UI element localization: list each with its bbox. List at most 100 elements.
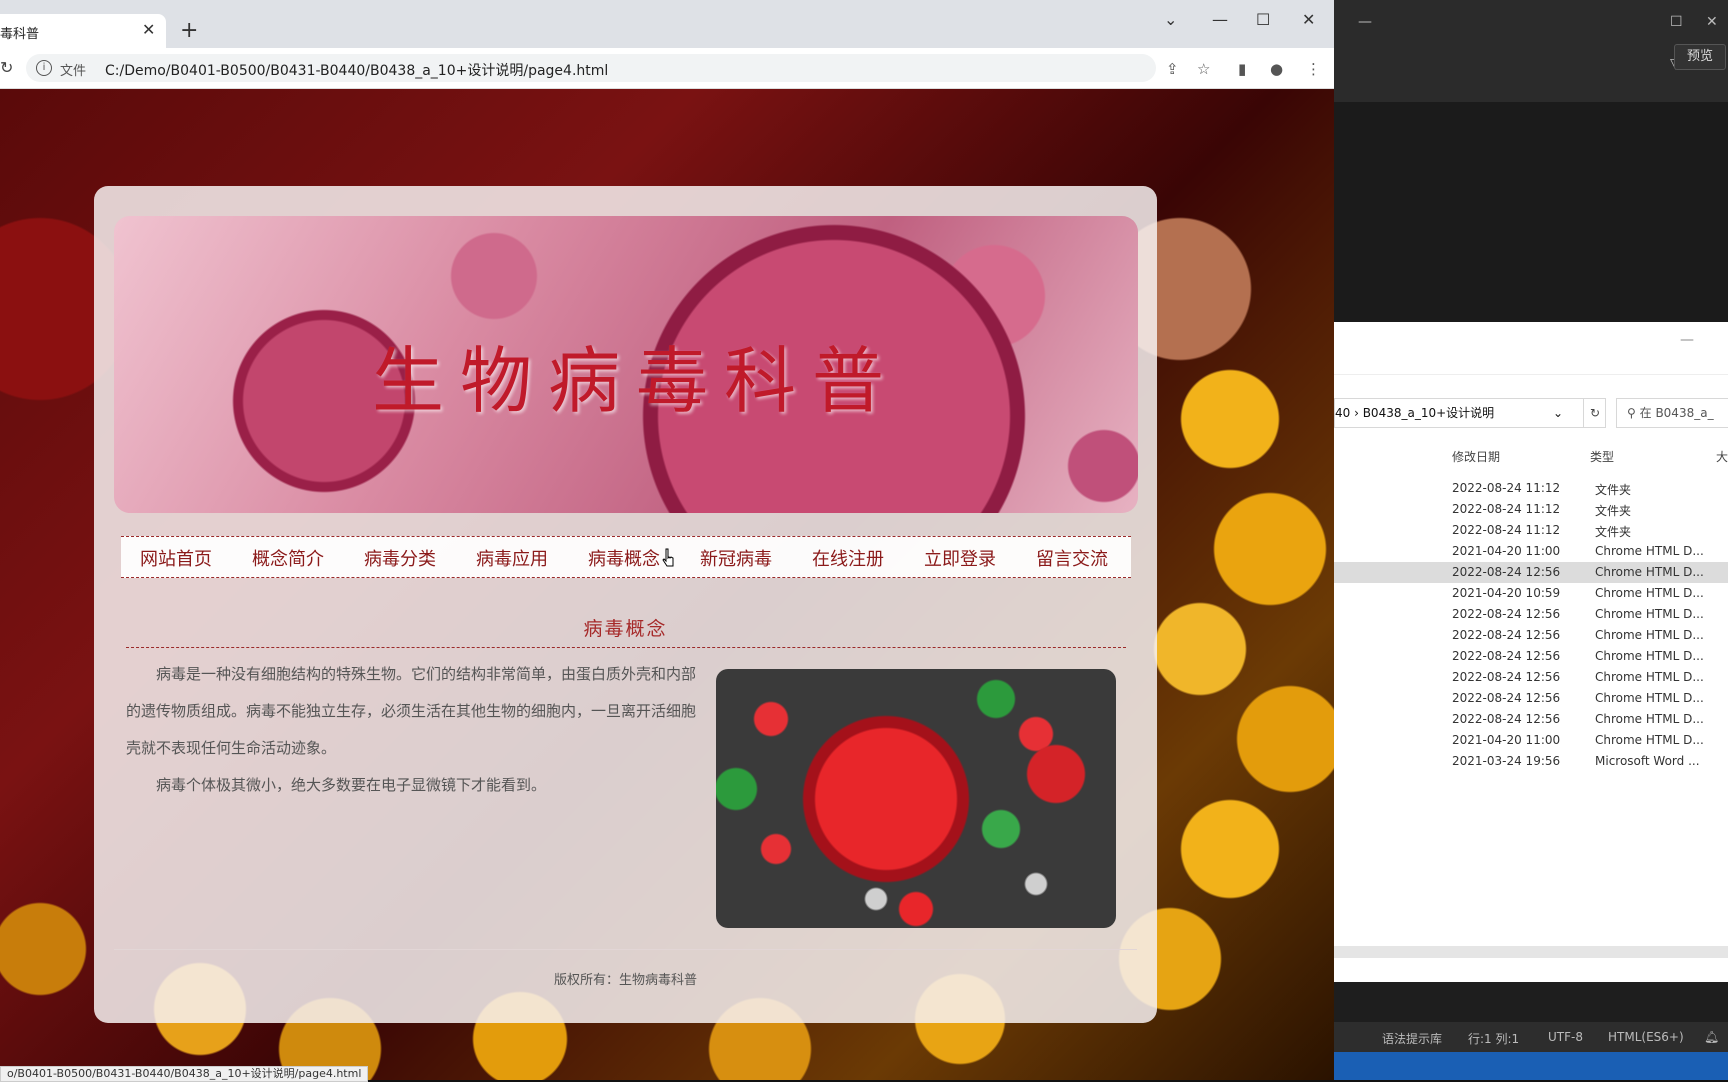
file-type: Chrome HTML D... bbox=[1595, 628, 1704, 642]
banner-title: 生物病毒科普 bbox=[372, 339, 901, 423]
nav-register[interactable]: 在线注册 bbox=[812, 545, 884, 571]
status-encoding[interactable]: UTF-8 bbox=[1548, 1030, 1583, 1044]
tab-search-icon[interactable]: ⌄ bbox=[1164, 10, 1177, 29]
file-row[interactable]: 2022-08-24 12:56 Chrome HTML D... bbox=[1334, 646, 1728, 667]
file-date: 2022-08-24 12:56 bbox=[1452, 712, 1561, 726]
maximize-icon[interactable]: ☐ bbox=[1256, 10, 1270, 29]
file-row[interactable]: 2022-08-24 12:56 Chrome HTML D... bbox=[1334, 688, 1728, 709]
file-row[interactable]: 2021-04-20 11:00 Chrome HTML D... bbox=[1334, 730, 1728, 751]
close-window-icon[interactable]: ✕ bbox=[1302, 10, 1315, 29]
file-date: 2022-08-24 11:12 bbox=[1452, 523, 1561, 537]
status-hint[interactable]: 语法提示库 bbox=[1382, 1030, 1442, 1047]
file-row[interactable]: 2021-04-20 10:59 Chrome HTML D... bbox=[1334, 583, 1728, 604]
address-bar: ↻ i 文件 C:/Demo/B0401-B0500/B0431-B0440/B… bbox=[0, 48, 1334, 89]
file-type: Chrome HTML D... bbox=[1595, 544, 1704, 558]
file-type: Chrome HTML D... bbox=[1595, 586, 1704, 600]
explorer-search-placeholder: 在 B0438_a_ bbox=[1639, 406, 1714, 420]
editor-statusbar: 语法提示库 行:1 列:1 UTF-8 HTML(ES6+) 🔔︎ bbox=[1334, 1022, 1728, 1052]
file-row[interactable]: 2022-08-24 11:12 文件夹 bbox=[1334, 478, 1728, 499]
file-type: Chrome HTML D... bbox=[1595, 649, 1704, 663]
file-type: Chrome HTML D... bbox=[1595, 733, 1704, 747]
status-position: 行:1 列:1 bbox=[1468, 1032, 1520, 1046]
nav-covid[interactable]: 新冠病毒 bbox=[700, 545, 772, 571]
bell-icon[interactable]: 🔔︎ bbox=[1704, 1030, 1719, 1044]
file-type: 文件夹 bbox=[1595, 525, 1632, 539]
new-tab-button[interactable]: + bbox=[180, 20, 198, 42]
file-date: 2022-08-24 12:56 bbox=[1452, 691, 1561, 705]
explorer-titlebar: — bbox=[1334, 322, 1728, 375]
file-row[interactable]: 2021-03-24 19:56 Microsoft Word ... bbox=[1334, 751, 1728, 772]
file-type: Chrome HTML D... bbox=[1595, 670, 1704, 684]
star-icon[interactable]: ☆ bbox=[1197, 60, 1210, 78]
file-date: 2022-08-24 11:12 bbox=[1452, 481, 1561, 495]
section-title: 病毒概念 bbox=[583, 618, 668, 640]
side-panel-icon[interactable]: ▮ bbox=[1238, 60, 1246, 78]
refresh-icon[interactable]: ↻ bbox=[1583, 399, 1606, 427]
explorer-breadcrumb: 40 › B0438_a_10+设计说明 bbox=[1335, 406, 1495, 420]
reload-icon[interactable]: ↻ bbox=[0, 58, 13, 77]
preview-button[interactable]: 预览 bbox=[1674, 44, 1726, 70]
explorer-scrollbar[interactable] bbox=[1334, 946, 1728, 958]
menu-icon[interactable]: ⋮ bbox=[1306, 60, 1321, 78]
file-row[interactable]: 2022-08-24 12:56 Chrome HTML D... bbox=[1334, 625, 1728, 646]
explorer-search-input[interactable]: ⚲ 在 B0438_a_ bbox=[1616, 398, 1728, 428]
editor-minimize-icon[interactable]: — bbox=[1358, 14, 1372, 30]
column-date[interactable]: 修改日期 bbox=[1452, 448, 1500, 465]
main-nav: 网站首页 概念简介 病毒分类 病毒应用 病毒概念 新冠病毒 在线注册 立即登录 … bbox=[121, 536, 1131, 578]
file-type: Chrome HTML D... bbox=[1595, 565, 1704, 579]
share-icon[interactable]: ⇪ bbox=[1166, 60, 1179, 78]
editor-close-icon[interactable]: ✕ bbox=[1706, 14, 1718, 30]
explorer-minimize-icon[interactable]: — bbox=[1680, 332, 1694, 348]
file-date: 2022-08-24 12:56 bbox=[1452, 649, 1561, 663]
column-size[interactable]: 大 bbox=[1716, 448, 1728, 465]
file-date: 2021-04-20 10:59 bbox=[1452, 586, 1561, 600]
file-row[interactable]: 2021-04-20 11:00 Chrome HTML D... bbox=[1334, 541, 1728, 562]
file-row[interactable]: 2022-08-24 11:12 文件夹 bbox=[1334, 520, 1728, 541]
file-type: Chrome HTML D... bbox=[1595, 712, 1704, 726]
profile-icon[interactable]: ● bbox=[1270, 60, 1283, 78]
close-tab-icon[interactable]: ✕ bbox=[142, 20, 155, 39]
file-date: 2022-08-24 12:56 bbox=[1452, 628, 1561, 642]
file-date: 2022-08-24 12:56 bbox=[1452, 565, 1561, 579]
file-type: 文件夹 bbox=[1595, 483, 1632, 497]
editor-maximize-icon[interactable]: ☐ bbox=[1670, 14, 1683, 30]
editor-toolbar: — ▽ ☐ ✕ bbox=[1334, 0, 1728, 102]
paragraph-2: 病毒个体极其微小，绝大多数要在电子显微镜下才能看到。 bbox=[156, 776, 547, 794]
nav-guestbook[interactable]: 留言交流 bbox=[1036, 545, 1108, 571]
page-container: 生物病毒科普 网站首页 概念简介 病毒分类 病毒应用 病毒概念 新冠病毒 在线注… bbox=[94, 186, 1157, 1023]
browser-tab[interactable]: 毒科普 ✕ bbox=[0, 14, 166, 48]
file-row[interactable]: 2022-08-24 12:56 Chrome HTML D... bbox=[1334, 709, 1728, 730]
nav-concept[interactable]: 病毒概念 bbox=[588, 545, 660, 571]
nav-application[interactable]: 病毒应用 bbox=[476, 545, 548, 571]
taskbar bbox=[1334, 1052, 1728, 1080]
mouse-cursor-icon bbox=[662, 548, 674, 567]
status-mode[interactable]: HTML(ES6+) bbox=[1608, 1030, 1684, 1044]
footer-copyright: 版权所有：生物病毒科普 bbox=[553, 973, 697, 988]
file-row[interactable]: 2022-08-24 12:56 Chrome HTML D... bbox=[1334, 562, 1728, 583]
column-type[interactable]: 类型 bbox=[1590, 448, 1614, 465]
file-date: 2022-08-24 12:56 bbox=[1452, 670, 1561, 684]
file-type: Chrome HTML D... bbox=[1595, 607, 1704, 621]
footer-divider bbox=[114, 949, 1137, 950]
search-icon: ⚲ bbox=[1627, 406, 1636, 420]
nav-classification[interactable]: 病毒分类 bbox=[364, 545, 436, 571]
file-row[interactable]: 2022-08-24 12:56 Chrome HTML D... bbox=[1334, 604, 1728, 625]
paragraph-1: 病毒是一种没有细胞结构的特殊生物。它们的结构非常简单，由蛋白质外壳和内部的遗传物… bbox=[126, 665, 697, 757]
chevron-down-icon[interactable]: ⌄ bbox=[1553, 399, 1563, 427]
nav-intro[interactable]: 概念简介 bbox=[252, 545, 324, 571]
minimize-icon[interactable]: — bbox=[1212, 10, 1228, 29]
file-row[interactable]: 2022-08-24 11:12 文件夹 bbox=[1334, 499, 1728, 520]
explorer-address-bar[interactable]: 40 › B0438_a_10+设计说明 ⌄ ↻ bbox=[1334, 398, 1606, 428]
url-text[interactable]: C:/Demo/B0401-B0500/B0431-B0440/B0438_a_… bbox=[105, 60, 608, 80]
file-date: 2021-03-24 19:56 bbox=[1452, 754, 1561, 768]
file-type: Microsoft Word ... bbox=[1595, 754, 1700, 768]
nav-home[interactable]: 网站首页 bbox=[140, 545, 212, 571]
banner: 生物病毒科普 bbox=[114, 216, 1138, 513]
file-explorer-window: — 40 › B0438_a_10+设计说明 ⌄ ↻ ⚲ 在 B0438_a_ … bbox=[1334, 322, 1728, 982]
omnibox[interactable]: i 文件 C:/Demo/B0401-B0500/B0431-B0440/B04… bbox=[26, 54, 1156, 82]
info-icon[interactable]: i bbox=[36, 60, 52, 76]
explorer-column-headers: 修改日期 类型 大 bbox=[1334, 448, 1728, 470]
nav-login[interactable]: 立即登录 bbox=[924, 545, 996, 571]
file-scheme-label: 文件 bbox=[60, 64, 87, 79]
file-row[interactable]: 2022-08-24 12:56 Chrome HTML D... bbox=[1334, 667, 1728, 688]
